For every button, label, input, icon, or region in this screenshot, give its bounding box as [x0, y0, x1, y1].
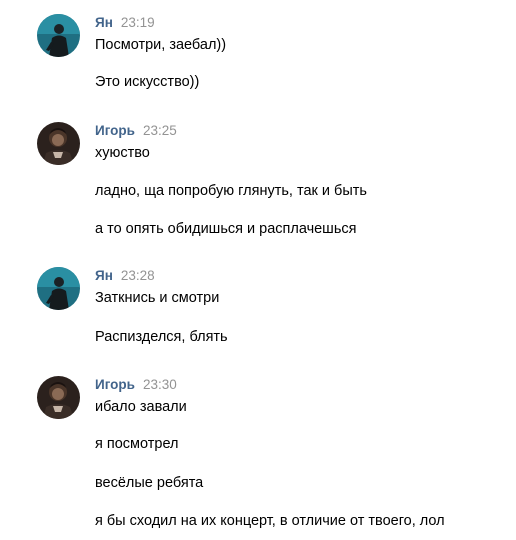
- message-header: Ян 23:19: [95, 14, 155, 32]
- author-name[interactable]: Ян: [95, 268, 113, 283]
- message-header: Игорь 23:25: [95, 122, 177, 140]
- message-text: я посмотрел: [95, 436, 179, 452]
- message-text: Распизделся, блять: [95, 329, 228, 345]
- message-text: Это искусство)): [95, 74, 200, 90]
- message-text: Посмотри, заебал)): [95, 37, 227, 53]
- message-time[interactable]: 23:28: [121, 268, 155, 283]
- message-text: весёлые ребята: [95, 475, 204, 491]
- author-name[interactable]: Ян: [95, 15, 113, 30]
- user-avatar-yan-icon: [37, 14, 80, 57]
- message-text: ибало завали: [95, 399, 187, 415]
- message-text: ладно, ща попробую глянуть, так и быть: [95, 183, 367, 199]
- message-history: Ян 23:19 Посмотри, заебал)) Это искусство…: [0, 0, 516, 540]
- message-time[interactable]: 23:25: [143, 123, 177, 138]
- message-text: хуюство: [95, 145, 150, 161]
- user-avatar-igor-icon: [37, 376, 80, 419]
- avatar[interactable]: [37, 267, 80, 310]
- avatar[interactable]: [37, 376, 80, 419]
- message-header: Игорь 23:30: [95, 376, 177, 394]
- user-avatar-igor-icon: [37, 122, 80, 165]
- avatar[interactable]: [37, 14, 80, 57]
- user-avatar-yan-icon: [37, 267, 80, 310]
- message-time[interactable]: 23:19: [121, 15, 155, 30]
- message-header: Ян 23:28: [95, 267, 155, 285]
- message-time[interactable]: 23:30: [143, 377, 177, 392]
- message-text: а то опять обидишься и расплачешься: [95, 221, 357, 237]
- avatar[interactable]: [37, 122, 80, 165]
- author-name[interactable]: Игорь: [95, 123, 135, 138]
- message-text: Заткнись и смотри: [95, 290, 220, 306]
- author-name[interactable]: Игорь: [95, 377, 135, 392]
- message-text: я бы сходил на их концерт, в отличие от …: [95, 513, 445, 529]
